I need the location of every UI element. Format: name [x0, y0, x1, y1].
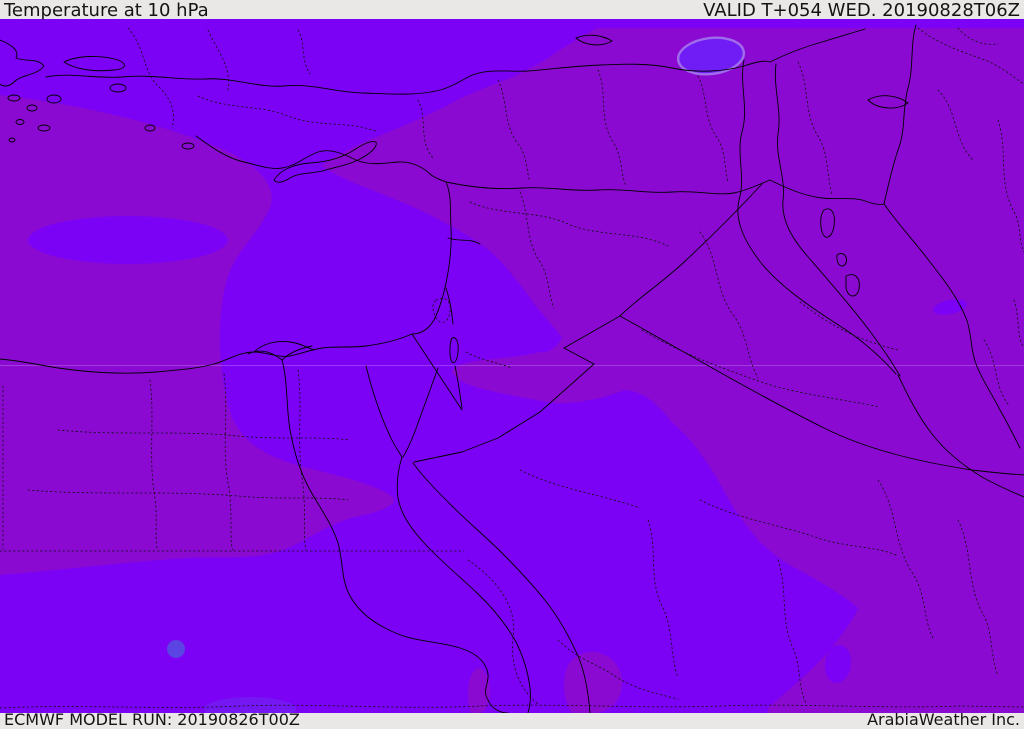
header-bar: Temperature at 10 hPa VALID T+054 WED. 2… [0, 0, 1024, 21]
model-run-label: ECMWF MODEL RUN: 20190826T00Z [4, 710, 300, 729]
footer-bar: ECMWF MODEL RUN: 20190826T00Z ArabiaWeat… [0, 710, 1024, 729]
weather-map-canvas [0, 19, 1024, 713]
brand-label: ArabiaWeather Inc. [867, 710, 1020, 729]
valid-time-label: VALID T+054 WED. 20190828T06Z [703, 0, 1020, 21]
page-title: Temperature at 10 hPa [4, 0, 209, 21]
latitude-line [0, 365, 1024, 367]
